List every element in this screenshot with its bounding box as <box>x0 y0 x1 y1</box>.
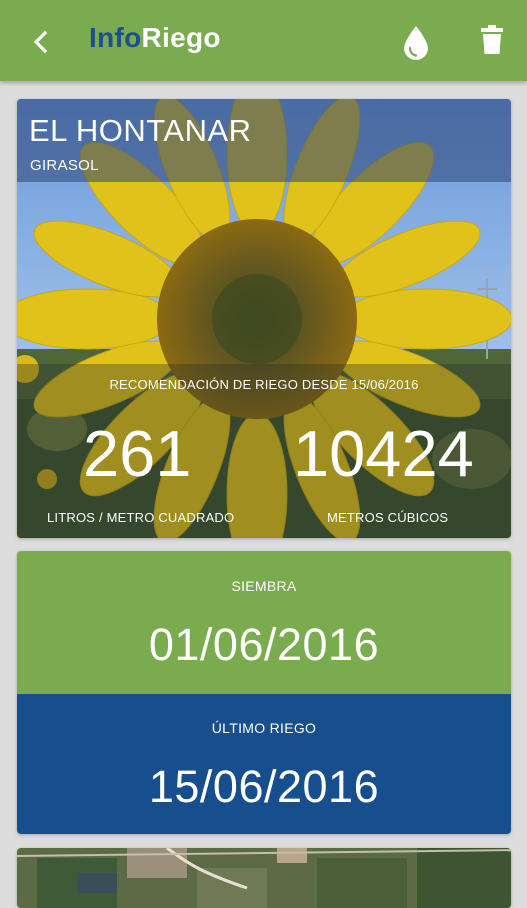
recommendation-label: RECOMENDACIÓN DE RIEGO DESDE 15/06/2016 <box>109 377 419 392</box>
app-title-info: Info <box>89 22 142 53</box>
arrow-back-icon <box>33 30 48 54</box>
satellite-map <box>17 848 511 908</box>
app-title-riego: Riego <box>141 22 221 53</box>
liters-per-m2-unit: LITROS / METRO CUADRADO <box>47 510 235 525</box>
irrigation-button[interactable] <box>398 22 434 62</box>
cubic-meters-value: 10424 <box>293 417 474 490</box>
plot-card[interactable]: EL HONTANAR GIRASOL RECOMENDACIÓN DE RIE… <box>17 99 511 538</box>
app-bar: InfoRiego <box>0 0 527 81</box>
last-irrigation-label: ÚLTIMO RIEGO <box>211 720 317 736</box>
app-title: InfoRiego <box>89 22 221 54</box>
cubic-meters-unit: METROS CÚBICOS <box>327 510 449 525</box>
delete-button[interactable] <box>475 22 509 60</box>
field-name: EL HONTANAR <box>29 113 252 148</box>
dates-card: SIEMBRA 01/06/2016 ÚLTIMO RIEGO 15/06/20… <box>17 551 511 834</box>
last-irrigation-date: 15/06/2016 <box>148 761 380 812</box>
trash-icon <box>481 25 503 54</box>
crop-name: GIRASOL <box>30 157 99 174</box>
last-irrigation-panel[interactable]: ÚLTIMO RIEGO 15/06/2016 <box>17 694 511 834</box>
back-button[interactable] <box>22 22 62 62</box>
sowing-label: SIEMBRA <box>231 578 297 594</box>
water-drop-icon <box>404 26 428 60</box>
sowing-panel[interactable]: SIEMBRA 01/06/2016 <box>17 551 511 694</box>
liters-per-m2-value: 261 <box>83 417 192 490</box>
map-card[interactable] <box>17 848 511 908</box>
sowing-date: 01/06/2016 <box>148 619 380 670</box>
